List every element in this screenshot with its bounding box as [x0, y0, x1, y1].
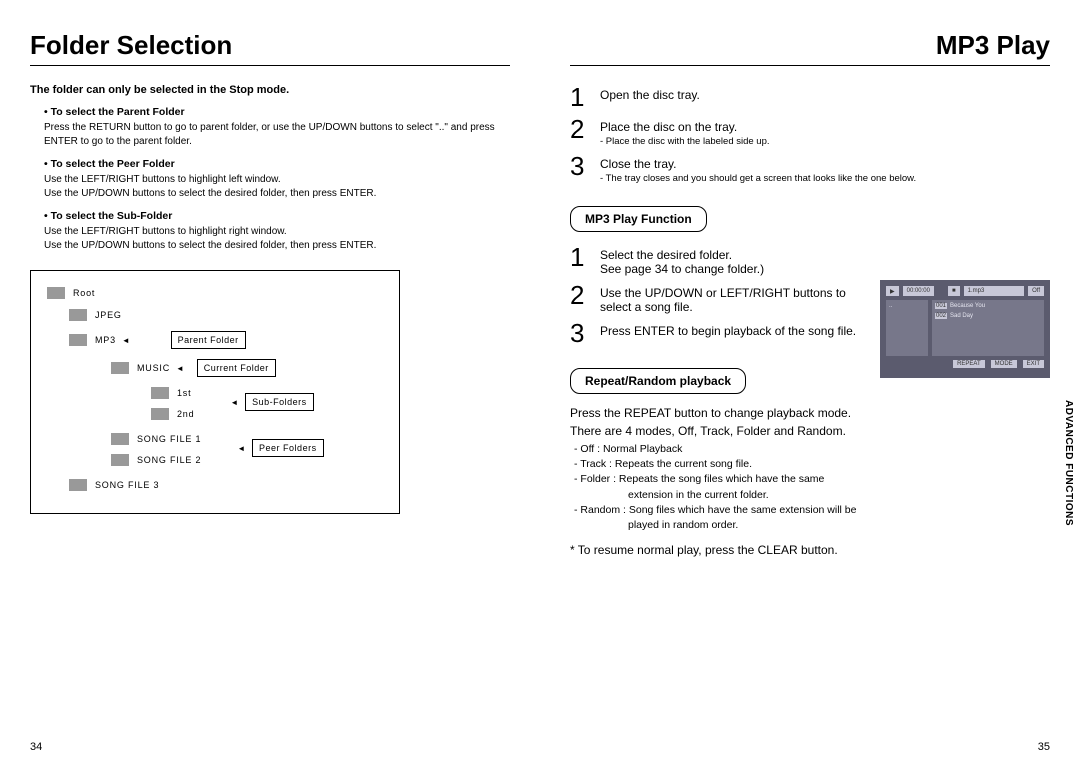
section-sub-folder: • To select the Sub-Folder Use the LEFT/…	[44, 210, 510, 252]
mode-list: - Off : Normal Playback - Track : Repeat…	[574, 442, 1020, 533]
step-row: 3 Press ENTER to begin playback of the s…	[570, 320, 860, 346]
tree-node: 2nd	[177, 409, 194, 419]
section-heading: • To select the Parent Folder	[44, 106, 510, 118]
tree-node: SONG FILE 3	[95, 480, 159, 490]
section-body: Use the LEFT/RIGHT buttons to highlight …	[44, 225, 510, 239]
list-item-cont: played in random order.	[628, 518, 980, 533]
page-number-right: 35	[1038, 741, 1050, 753]
label-peer-folders: Peer Folders	[252, 439, 324, 457]
section-peer-folder: • To select the Peer Folder Use the LEFT…	[44, 158, 510, 200]
step-number: 3	[570, 320, 592, 346]
step-text: Use the UP/DOWN or LEFT/RIGHT buttons to…	[600, 282, 860, 314]
folder-icon	[47, 287, 65, 299]
screen-mode: Off	[1028, 286, 1044, 296]
section-pill-repeat-random: Repeat/Random playback	[570, 368, 746, 394]
folder-icon	[69, 479, 87, 491]
screen-mockup: ▶ 00:00:00 ■ 1.mp3 Off .. 001Because You…	[880, 280, 1050, 378]
list-item: - Track : Repeats the current song file.	[574, 457, 980, 472]
arrow-left-icon	[116, 335, 137, 345]
screen-row-title: Sad Day	[950, 313, 973, 319]
folder-tree-diagram: Root JPEG MP3 Parent Folder MUSIC Curren…	[30, 270, 400, 514]
page-title-left: Folder Selection	[30, 30, 510, 66]
step-row: 2 Place the disc on the tray. - Place th…	[570, 116, 1020, 147]
step-row: 1 Open the disc tray.	[570, 84, 1020, 110]
step-row: 2 Use the UP/DOWN or LEFT/RIGHT buttons …	[570, 282, 860, 314]
section-body: Use the UP/DOWN buttons to select the de…	[44, 187, 510, 201]
section-body: Use the LEFT/RIGHT buttons to highlight …	[44, 173, 510, 187]
page-title-right: MP3 Play	[570, 30, 1050, 66]
right-page: MP3 Play 1 Open the disc tray. 2 Place t…	[540, 0, 1080, 765]
arrow-left-icon	[231, 443, 252, 453]
play-icon: ▶	[886, 286, 899, 296]
folder-icon	[111, 454, 129, 466]
screen-row-title: Because You	[950, 303, 985, 309]
folder-icon	[111, 362, 129, 374]
screen-right-pane: 001Because You 002Sad Day	[932, 300, 1044, 356]
section-heading: • To select the Sub-Folder	[44, 210, 510, 222]
list-item: - Folder : Repeats the song files which …	[574, 472, 980, 487]
screen-button: MODE	[991, 360, 1017, 368]
step-number: 1	[570, 244, 592, 276]
section-body: Use the UP/DOWN buttons to select the de…	[44, 239, 510, 253]
folder-icon	[151, 387, 169, 399]
step-text: Open the disc tray.	[600, 84, 1020, 102]
step-row: 1 Select the desired folder. See page 34…	[570, 244, 860, 276]
step-text: Close the tray.	[600, 153, 1020, 171]
step-note: - The tray closes and you should get a s…	[600, 173, 1020, 184]
tree-node: MP3	[95, 335, 116, 345]
screen-button: EXIT	[1023, 360, 1044, 368]
screen-time: 00:00:00	[903, 286, 934, 296]
page-number-left: 34	[30, 741, 42, 753]
folder-icon	[111, 433, 129, 445]
left-page: Folder Selection The folder can only be …	[0, 0, 540, 765]
list-item: - Random : Song files which have the sam…	[574, 503, 980, 518]
step-text: Select the desired folder.	[600, 244, 860, 262]
step-number: 2	[570, 282, 592, 314]
step-row: 3 Close the tray. - The tray closes and …	[570, 153, 1020, 184]
step-text: Place the disc on the tray.	[600, 116, 1020, 134]
screen-track: 1.mp3	[964, 286, 1024, 296]
arrow-left-icon	[224, 397, 245, 407]
section-heading: • To select the Peer Folder	[44, 158, 510, 170]
folder-icon	[69, 309, 87, 321]
screen-left-pane: ..	[886, 300, 928, 356]
screen-row-num: 002	[935, 313, 947, 319]
label-parent-folder: Parent Folder	[171, 331, 246, 349]
track-icon: ■	[948, 286, 960, 296]
step-number: 3	[570, 153, 592, 184]
label-sub-folders: Sub-Folders	[245, 393, 314, 411]
step-text: Press ENTER to begin playback of the son…	[600, 320, 860, 338]
folder-icon	[151, 408, 169, 420]
step-number: 2	[570, 116, 592, 147]
tree-node: 1st	[177, 388, 191, 398]
section-parent-folder: • To select the Parent Folder Press the …	[44, 106, 510, 148]
paragraph: There are 4 modes, Off, Track, Folder an…	[570, 424, 1020, 438]
folder-icon	[69, 334, 87, 346]
list-item: - Off : Normal Playback	[574, 442, 980, 457]
tree-node: JPEG	[95, 310, 122, 320]
list-item-cont: extension in the current folder.	[628, 488, 980, 503]
side-tab-advanced-functions: ADVANCED FUNCTIONS	[1062, 400, 1074, 526]
tree-node: SONG FILE 2	[137, 455, 201, 465]
label-current-folder: Current Folder	[197, 359, 276, 377]
step-number: 1	[570, 84, 592, 110]
screen-button: REPEAT	[953, 360, 985, 368]
tree-node-root: Root	[73, 288, 95, 298]
resume-note: * To resume normal play, press the CLEAR…	[570, 543, 1020, 557]
screen-row-num: 001	[935, 303, 947, 309]
paragraph: Press the REPEAT button to change playba…	[570, 406, 1020, 420]
section-pill-mp3-play: MP3 Play Function	[570, 206, 707, 232]
step-note: - Place the disc with the labeled side u…	[600, 136, 1020, 147]
step-text: See page 34 to change folder.)	[600, 262, 860, 276]
intro-text: The folder can only be selected in the S…	[30, 84, 510, 96]
tree-node: MUSIC	[137, 363, 170, 373]
section-body: Press the RETURN button to go to parent …	[44, 121, 510, 148]
arrow-left-icon	[170, 363, 191, 373]
tree-node: SONG FILE 1	[137, 434, 201, 444]
